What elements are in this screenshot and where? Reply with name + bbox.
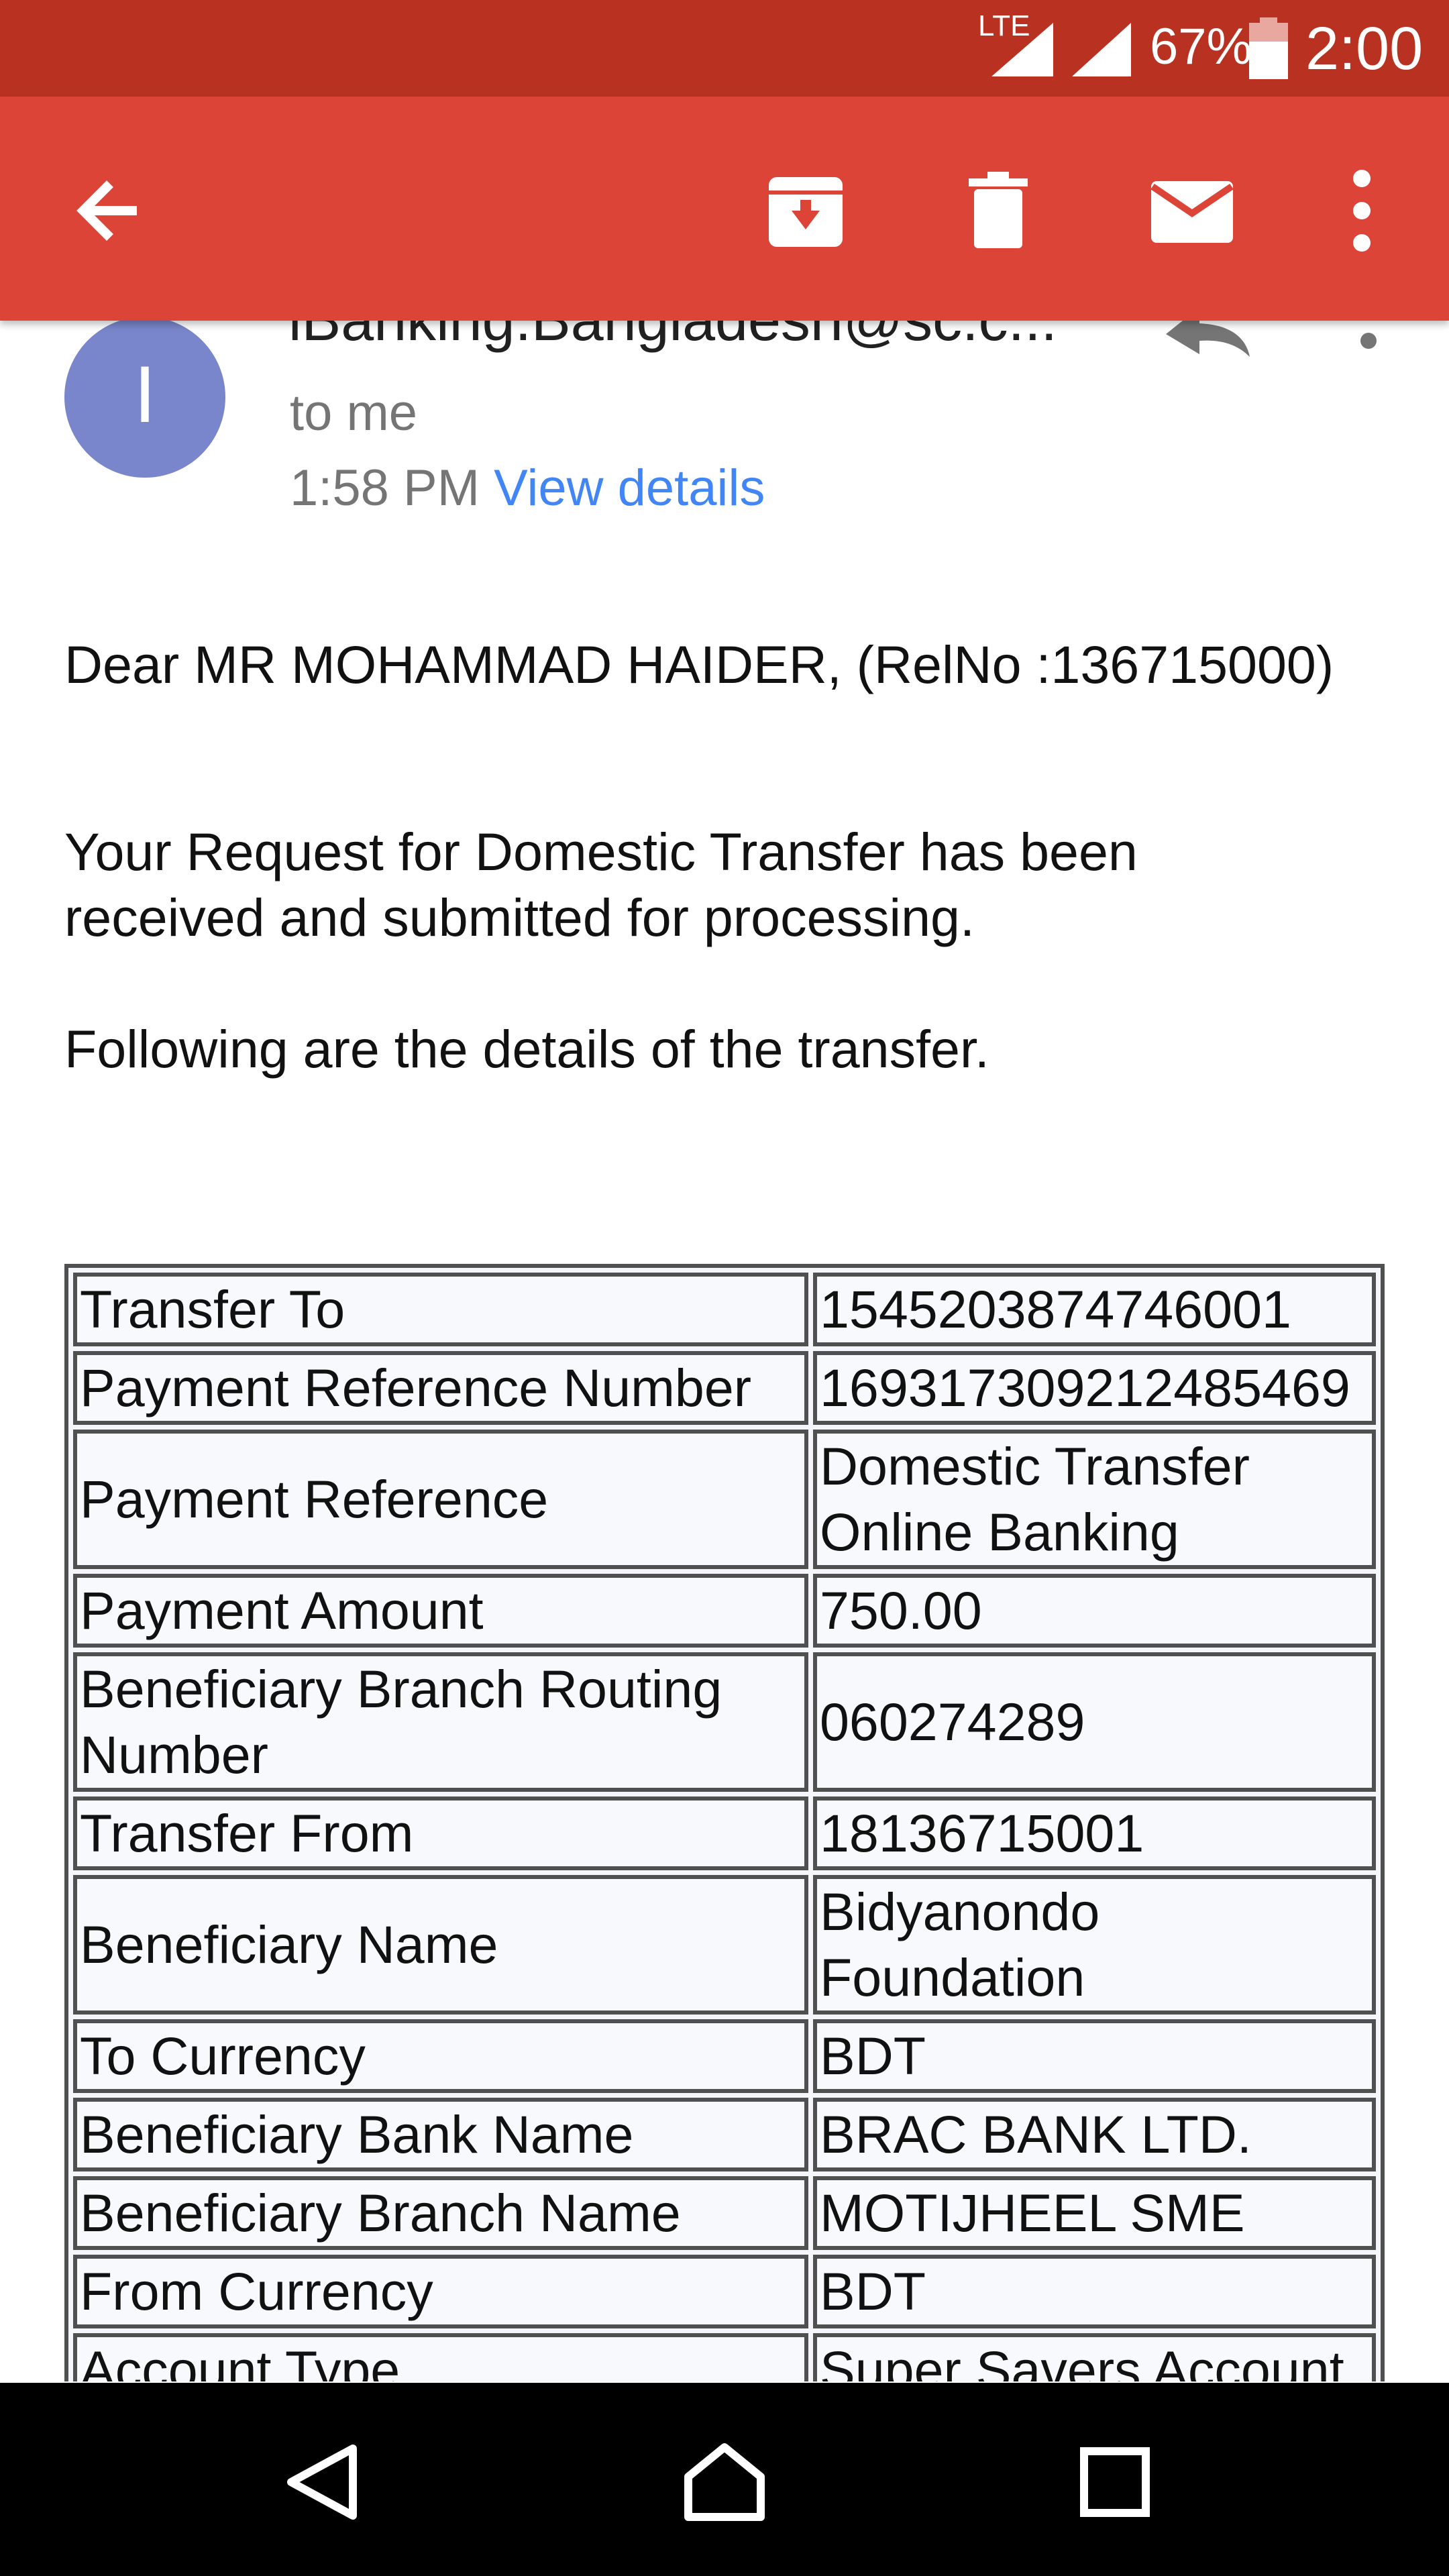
table-row: Payment Reference Number 1693173092124854… [73, 1351, 1376, 1425]
back-arrow-icon [76, 180, 137, 241]
delete-icon [969, 172, 1028, 248]
table-row: Beneficiary Bank Name BRAC BANK LTD. [73, 2098, 1376, 2171]
greeting: Dear MR MOHAMMAD HAIDER, (RelNo :1367150… [64, 635, 1334, 694]
table-row: Payment Reference Domestic Transfer Onlin… [73, 1430, 1376, 1569]
time-line: 1:58 PM View details [290, 459, 765, 517]
archive-button[interactable] [758, 164, 852, 258]
table-row: Account Type Super Savers Account [73, 2333, 1376, 2381]
battery-percent: 67% [1150, 18, 1252, 75]
more-vert-icon [1353, 170, 1371, 252]
recents-nav-icon[interactable] [1079, 2442, 1152, 2522]
battery-icon [1249, 17, 1288, 79]
row-label: To Currency [73, 2019, 808, 2093]
sent-time: 1:58 PM [290, 460, 480, 517]
row-value: BDT [813, 2019, 1376, 2093]
row-label: Payment Reference [73, 1430, 808, 1569]
row-value: 18136715001 [813, 1796, 1376, 1870]
mark-unread-button[interactable] [1144, 164, 1238, 258]
delete-button[interactable] [951, 164, 1045, 258]
table-row: Payment Amount 750.00 [73, 1574, 1376, 1648]
table-row: Transfer To 1545203874746001 [73, 1273, 1376, 1346]
back-button[interactable] [63, 164, 157, 258]
back-nav-icon[interactable] [282, 2442, 362, 2522]
row-label: Beneficiary Branch Routing Number [73, 1652, 808, 1792]
row-label: Payment Reference Number [73, 1351, 808, 1425]
table-row: To Currency BDT [73, 2019, 1376, 2093]
table-row: Transfer From 18136715001 [73, 1796, 1376, 1870]
table-row: From Currency BDT [73, 2255, 1376, 2328]
reply-icon[interactable] [1159, 321, 1253, 361]
row-label: Payment Amount [73, 1574, 808, 1648]
row-value: Bidyanondo Foundation [813, 1875, 1376, 2015]
row-value: Super Savers Account [813, 2333, 1376, 2381]
table-row: Beneficiary Name Bidyanondo Foundation [73, 1875, 1376, 2015]
row-value: 060274289 [813, 1652, 1376, 1792]
row-value: 750.00 [813, 1574, 1376, 1648]
app-bar [0, 97, 1449, 321]
view-details-link[interactable]: View details [494, 460, 765, 517]
table-row: Beneficiary Branch Name MOTIJHEEL SME [73, 2176, 1376, 2250]
body-line-2: received and submitted for processing. [64, 888, 975, 947]
row-label: Beneficiary Bank Name [73, 2098, 808, 2171]
home-nav-icon[interactable] [682, 2442, 767, 2522]
message-more-icon[interactable] [1348, 321, 1389, 354]
row-label: Transfer To [73, 1273, 808, 1346]
row-label: Beneficiary Branch Name [73, 2176, 808, 2250]
body-line-1: Your Request for Domestic Transfer has b… [64, 822, 1138, 881]
recipient-label: to me [290, 384, 418, 441]
transfer-details-table: Transfer To 1545203874746001 Payment Refer… [64, 1264, 1385, 2381]
email-content: I iBanking.Bangladesh@sc.c... to me 1:58… [0, 321, 1449, 2381]
row-label: Beneficiary Name [73, 1875, 808, 2015]
row-label: From Currency [73, 2255, 808, 2328]
sender-avatar[interactable]: I [64, 321, 225, 478]
more-options-button[interactable] [1315, 164, 1409, 258]
body-line-3: Following are the details of the transfe… [64, 1019, 989, 1079]
cell-signal-icon-2 [1072, 23, 1131, 76]
row-value: MOTIJHEEL SME [813, 2176, 1376, 2250]
cell-signal-icon [991, 23, 1053, 76]
navigation-bar [0, 2383, 1449, 2576]
status-bar: LTE 67% 2:00 [0, 0, 1449, 97]
row-value: BDT [813, 2255, 1376, 2328]
row-value: BRAC BANK LTD. [813, 2098, 1376, 2171]
table-row: Beneficiary Branch Routing Number 0602742… [73, 1652, 1376, 1792]
mail-icon [1150, 181, 1234, 243]
row-value: Domestic Transfer Online Banking [813, 1430, 1376, 1569]
sender-address[interactable]: iBanking.Bangladesh@sc.c... [288, 321, 1057, 354]
row-value: 169317309212485469 [813, 1351, 1376, 1425]
archive-icon [769, 177, 843, 247]
row-value: 1545203874746001 [813, 1273, 1376, 1346]
clock: 2:00 [1305, 15, 1424, 83]
row-label: Transfer From [73, 1796, 808, 1870]
row-label: Account Type [73, 2333, 808, 2381]
